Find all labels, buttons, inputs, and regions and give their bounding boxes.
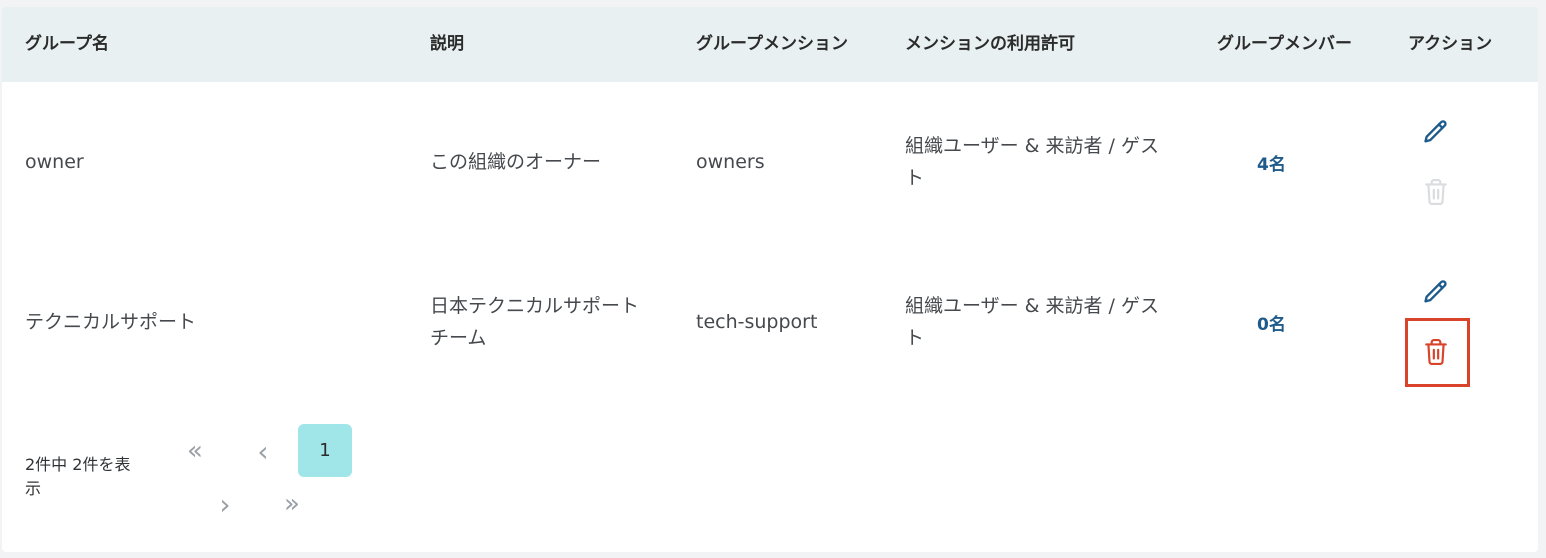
column-header-group-members[interactable]: グループメンバー [1217, 7, 1352, 82]
column-header-group-mention[interactable]: グループメンション [696, 7, 848, 82]
double-chevron-left-icon: « [187, 436, 203, 466]
delete-button[interactable] [1421, 337, 1451, 367]
group-name-cell: owner [25, 151, 84, 173]
first-page-button[interactable]: « [178, 436, 212, 466]
group-mention-cell: tech-support [696, 311, 818, 333]
group-members-link[interactable]: 0名 [1257, 310, 1286, 335]
page-number-current[interactable]: 1 [298, 424, 352, 477]
table-header: グループ名 説明 グループメンション メンションの利用許可 グループメンバー ア… [2, 7, 1538, 82]
group-mention-cell: owners [696, 151, 765, 173]
next-page-button[interactable]: › [208, 487, 242, 521]
edit-button[interactable] [1421, 117, 1451, 147]
chevron-right-icon: › [219, 487, 231, 521]
column-header-group-name[interactable]: グループ名 [25, 7, 109, 82]
pagination-summary: 2件中 2件を表示 [25, 455, 131, 498]
trash-icon [1425, 339, 1447, 365]
groups-table-card: グループ名 説明 グループメンション メンションの利用許可 グループメンバー ア… [2, 7, 1538, 552]
column-header-actions: アクション [1408, 34, 1493, 54]
mention-permission-cell: 組織ユーザー & 来訪者 / ゲスト [905, 135, 1159, 189]
edit-button[interactable] [1421, 277, 1451, 307]
mention-permission-cell: 組織ユーザー & 来訪者 / ゲスト [905, 295, 1159, 349]
delete-button[interactable] [1421, 177, 1451, 207]
pencil-icon [1424, 120, 1447, 143]
chevron-left-icon: ‹ [257, 434, 269, 468]
double-chevron-right-icon: » [284, 489, 300, 519]
column-header-mention-permission[interactable]: メンションの利用許可 [905, 7, 1075, 82]
description-cell: この組織のオーナー [430, 151, 602, 173]
group-members-link[interactable]: 4名 [1257, 150, 1286, 175]
last-page-button[interactable]: » [275, 489, 309, 519]
prev-page-button[interactable]: ‹ [246, 434, 280, 468]
column-header-description[interactable]: 説明 [430, 7, 464, 82]
pencil-icon [1424, 280, 1447, 303]
trash-icon [1425, 178, 1447, 205]
group-name-cell: テクニカルサポート [25, 311, 197, 333]
description-cell: 日本テクニカルサポートチーム [430, 295, 640, 349]
